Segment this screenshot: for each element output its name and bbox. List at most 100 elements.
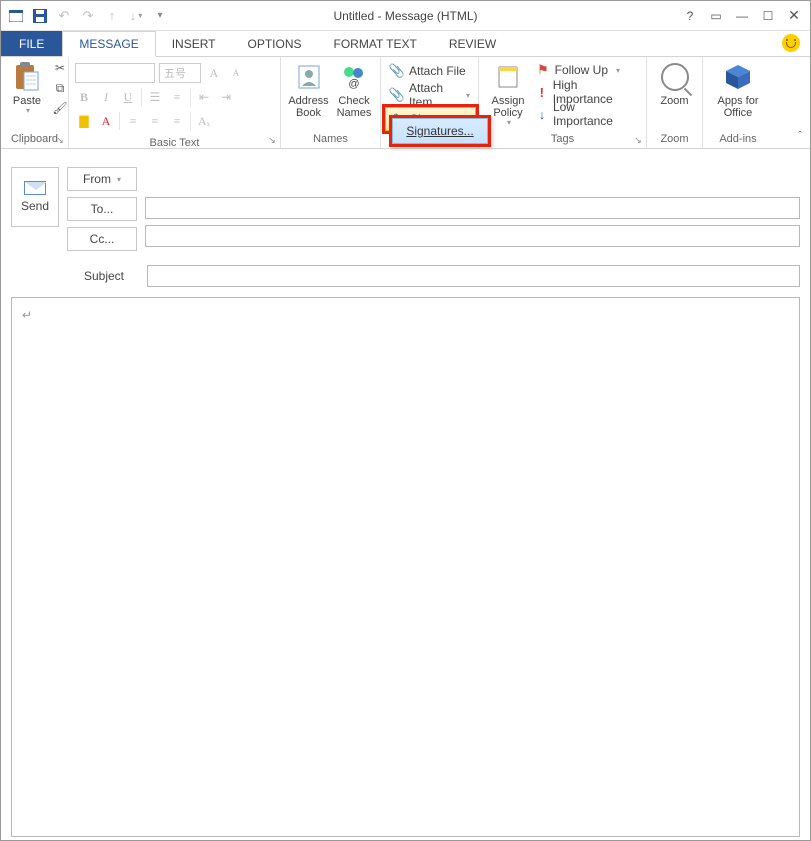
svg-text:@: @ xyxy=(348,78,359,90)
decrease-indent-icon[interactable]: ⇤ xyxy=(195,88,213,106)
underline-button[interactable]: U xyxy=(119,88,137,106)
dialog-launcher-icon[interactable]: ↘ xyxy=(632,134,644,146)
shrink-font-icon[interactable]: A xyxy=(227,64,245,82)
apps-for-office-button[interactable]: Apps for Office xyxy=(714,59,763,121)
group-label-addins: Add-ins xyxy=(707,131,769,148)
tab-file[interactable]: FILE xyxy=(1,31,62,56)
title-bar: ↶ ↷ ↑ ↓▾ ▾ Untitled - Message (HTML) ? ▭… xyxy=(1,1,810,31)
paste-icon xyxy=(11,61,43,93)
from-button[interactable]: From ▾ xyxy=(67,167,137,191)
align-left-icon[interactable]: ≡ xyxy=(124,112,142,130)
group-tags: Assign Policy ▾ ⚑ Follow Up ▾ ! High Imp… xyxy=(479,57,647,148)
dialog-launcher-icon[interactable]: ↘ xyxy=(266,134,278,146)
grow-font-icon[interactable]: A xyxy=(205,64,223,82)
numbering-icon[interactable]: ≡ xyxy=(168,88,186,106)
highlight-icon[interactable]: ▇ xyxy=(75,112,93,130)
address-book-label: Address Book xyxy=(288,95,328,119)
chevron-down-icon: ▾ xyxy=(466,91,470,100)
dialog-launcher-icon[interactable]: ↘ xyxy=(54,134,66,146)
apps-icon xyxy=(722,61,754,93)
chevron-down-icon: ▾ xyxy=(507,119,511,128)
address-book-icon xyxy=(293,61,325,93)
assign-policy-icon xyxy=(492,61,524,93)
next-item-icon[interactable]: ↓▾ xyxy=(125,5,147,27)
cc-input[interactable] xyxy=(145,225,800,247)
qat-customize-icon[interactable]: ▾ xyxy=(149,5,171,27)
clear-formatting-icon[interactable]: Aₓ xyxy=(195,112,213,130)
format-painter-icon[interactable]: 🖌 xyxy=(51,99,69,117)
chevron-down-icon: ▾ xyxy=(26,107,30,116)
signature-menu: Signatures... xyxy=(389,115,491,147)
zoom-button[interactable]: Zoom xyxy=(653,59,697,109)
ribbon-tabs: FILE MESSAGE INSERT OPTIONS FORMAT TEXT … xyxy=(1,31,810,57)
paragraph-mark-icon: ↵ xyxy=(22,308,32,322)
undo-icon[interactable]: ↶ xyxy=(53,5,75,27)
group-label-basic-text: Basic Text xyxy=(73,135,276,152)
qat-control-icon[interactable] xyxy=(5,5,27,27)
maximize-icon[interactable]: ☐ xyxy=(756,5,780,27)
cut-icon[interactable]: ✂ xyxy=(51,59,69,77)
check-names-button[interactable]: @ Check Names xyxy=(332,59,376,121)
save-icon[interactable] xyxy=(29,5,51,27)
quick-access-toolbar: ↶ ↷ ↑ ↓▾ ▾ xyxy=(5,5,171,27)
group-label-zoom: Zoom xyxy=(651,131,698,148)
copy-icon[interactable]: ⧉ xyxy=(51,79,69,97)
paste-button[interactable]: Paste ▾ xyxy=(5,59,49,118)
message-body-editor[interactable]: ↵ xyxy=(11,297,800,837)
subject-input[interactable] xyxy=(147,265,800,287)
follow-up-label: Follow Up xyxy=(555,63,608,77)
group-names: Address Book @ Check Names Names xyxy=(281,57,381,148)
tab-insert[interactable]: INSERT xyxy=(156,31,232,56)
feedback-smiley-icon[interactable] xyxy=(782,34,800,52)
group-basic-text: 五号 A A B I U ☰ ≡ ⇤ ⇥ ▇ A xyxy=(69,57,281,148)
bold-button[interactable]: B xyxy=(75,88,93,106)
attach-item-button[interactable]: 📎 Attach Item ▾ xyxy=(385,83,474,107)
to-input[interactable] xyxy=(145,197,800,219)
low-importance-icon: ↓ xyxy=(537,107,547,122)
flag-icon: ⚑ xyxy=(537,62,549,78)
send-icon xyxy=(24,181,46,195)
assign-policy-label: Assign Policy xyxy=(491,95,524,119)
send-button[interactable]: Send xyxy=(11,167,59,227)
ribbon-options-icon[interactable]: ▭ xyxy=(704,5,728,27)
font-color-icon[interactable]: A xyxy=(97,112,115,130)
zoom-icon xyxy=(659,61,691,93)
high-importance-icon: ! xyxy=(537,85,547,100)
close-icon[interactable]: ✕ xyxy=(782,5,806,27)
subject-label: Subject xyxy=(69,269,139,283)
minimize-icon[interactable]: — xyxy=(730,5,754,27)
tab-message[interactable]: MESSAGE xyxy=(62,31,155,57)
group-addins: Apps for Office Add-ins xyxy=(703,57,773,148)
check-names-label: Check Names xyxy=(337,95,372,119)
chevron-down-icon: ▾ xyxy=(117,175,121,184)
send-label: Send xyxy=(21,199,49,213)
group-clipboard: Paste ▾ ✂ ⧉ 🖌 Clipboard ↘ xyxy=(1,57,69,148)
to-button[interactable]: To... xyxy=(67,197,137,221)
font-size-combo[interactable]: 五号 xyxy=(159,63,201,83)
signatures-menu-item[interactable]: Signatures... xyxy=(392,118,488,144)
tab-format-text[interactable]: FORMAT TEXT xyxy=(318,31,433,56)
tab-options[interactable]: OPTIONS xyxy=(232,31,318,56)
prev-item-icon[interactable]: ↑ xyxy=(101,5,123,27)
increase-indent-icon[interactable]: ⇥ xyxy=(217,88,235,106)
attach-item-label: Attach Item xyxy=(409,81,460,109)
chevron-down-icon: ▾ xyxy=(616,66,620,75)
group-label-tags: Tags xyxy=(483,131,642,148)
group-zoom: Zoom Zoom xyxy=(647,57,703,148)
collapse-ribbon-icon[interactable]: ˆ xyxy=(798,130,802,142)
align-center-icon[interactable]: ≡ xyxy=(146,112,164,130)
help-icon[interactable]: ? xyxy=(678,5,702,27)
tab-review[interactable]: REVIEW xyxy=(433,31,512,56)
low-importance-button[interactable]: ↓ Low Importance xyxy=(533,103,642,125)
cc-button[interactable]: Cc... xyxy=(67,227,137,251)
bullets-icon[interactable]: ☰ xyxy=(146,88,164,106)
attach-file-button[interactable]: 📎 Attach File xyxy=(385,59,470,83)
address-book-button[interactable]: Address Book xyxy=(285,59,332,121)
italic-button[interactable]: I xyxy=(97,88,115,106)
align-right-icon[interactable]: ≡ xyxy=(168,112,186,130)
attach-item-icon: 📎 xyxy=(389,87,405,103)
subject-row: Subject xyxy=(69,265,800,287)
apps-label: Apps for Office xyxy=(718,95,759,119)
redo-icon[interactable]: ↷ xyxy=(77,5,99,27)
font-name-combo[interactable] xyxy=(75,63,155,83)
